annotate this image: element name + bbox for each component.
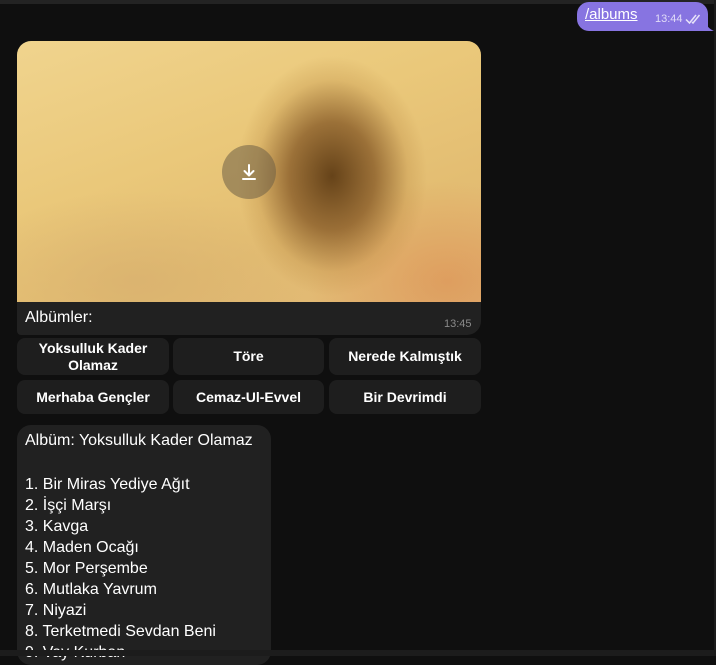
album-button-cemaz-ul-evvel[interactable]: Cemaz-Ul-Evvel bbox=[173, 380, 324, 414]
message-time: 13:45 bbox=[444, 318, 472, 330]
download-icon bbox=[242, 164, 256, 180]
album-button-merhaba-gencler[interactable]: Merhaba Gençler bbox=[17, 380, 169, 414]
photo-caption: Albümler: bbox=[25, 309, 93, 326]
photo-message-bubble: Albümler: 13:45 bbox=[17, 41, 481, 335]
track-item: 3. Kavga bbox=[25, 518, 89, 535]
track-item: 5. Mor Perşembe bbox=[25, 560, 148, 577]
track-item: 8. Terketmedi Sevdan Beni bbox=[25, 623, 216, 640]
track-item: 1. Bir Miras Yediye Ağıt bbox=[25, 476, 190, 493]
track-list: 1. Bir Miras Yediye Ağıt 2. İşçi Marşı 3… bbox=[25, 474, 216, 663]
track-item: 2. İşçi Marşı bbox=[25, 497, 112, 514]
album-button-bir-devrimdi[interactable]: Bir Devrimdi bbox=[329, 380, 481, 414]
album-message-bubble: Albüm: Yoksulluk Kader Olamaz 1. Bir Mir… bbox=[17, 425, 271, 665]
album-button-nerede-kalmistik[interactable]: Nerede Kalmıştık bbox=[329, 338, 481, 375]
download-button[interactable] bbox=[222, 145, 276, 199]
album-button-yoksulluk-kader-olamaz[interactable]: Yoksulluk Kader Olamaz bbox=[17, 338, 169, 375]
album-cover-photo[interactable] bbox=[17, 41, 481, 302]
album-button-tore[interactable]: Töre bbox=[173, 338, 324, 375]
track-item: 4. Maden Ocağı bbox=[25, 539, 139, 556]
track-item: 7. Niyazi bbox=[25, 602, 87, 619]
outgoing-message-bubble: /albums 13:44 bbox=[577, 2, 708, 31]
album-title: Albüm: Yoksulluk Kader Olamaz bbox=[25, 432, 253, 449]
command-link[interactable]: /albums bbox=[585, 6, 638, 23]
bottom-divider bbox=[0, 650, 716, 656]
bubble-tail bbox=[704, 20, 714, 31]
track-item: 6. Mutlaka Yavrum bbox=[25, 581, 157, 598]
message-time: 13:44 bbox=[655, 13, 683, 25]
double-check-icon bbox=[685, 12, 703, 25]
